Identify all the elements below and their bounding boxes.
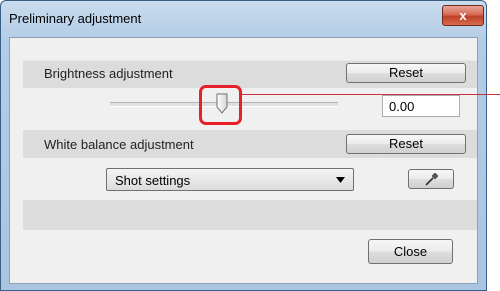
white-balance-select[interactable]: Shot settings — [106, 168, 354, 191]
brightness-value-field[interactable]: 0.00 — [382, 95, 460, 117]
chevron-down-icon — [336, 177, 345, 183]
window-close-button[interactable]: x — [442, 5, 484, 26]
white-balance-picker-button[interactable] — [408, 169, 454, 189]
white-balance-label: White balance adjustment — [44, 137, 194, 152]
callout-line — [242, 94, 500, 95]
title-bar[interactable]: Preliminary adjustment x — [1, 1, 486, 37]
empty-gray-row — [23, 200, 477, 230]
window-title: Preliminary adjustment — [9, 11, 142, 26]
brightness-reset-button[interactable]: Reset — [346, 63, 466, 83]
white-balance-selected-value: Shot settings — [115, 173, 191, 188]
close-icon: x — [459, 8, 467, 23]
close-button[interactable]: Close — [368, 239, 453, 264]
slider-highlight-box — [199, 85, 242, 125]
brightness-label: Brightness adjustment — [44, 66, 173, 81]
eyedropper-icon — [425, 173, 439, 186]
white-balance-reset-button[interactable]: Reset — [346, 134, 466, 154]
